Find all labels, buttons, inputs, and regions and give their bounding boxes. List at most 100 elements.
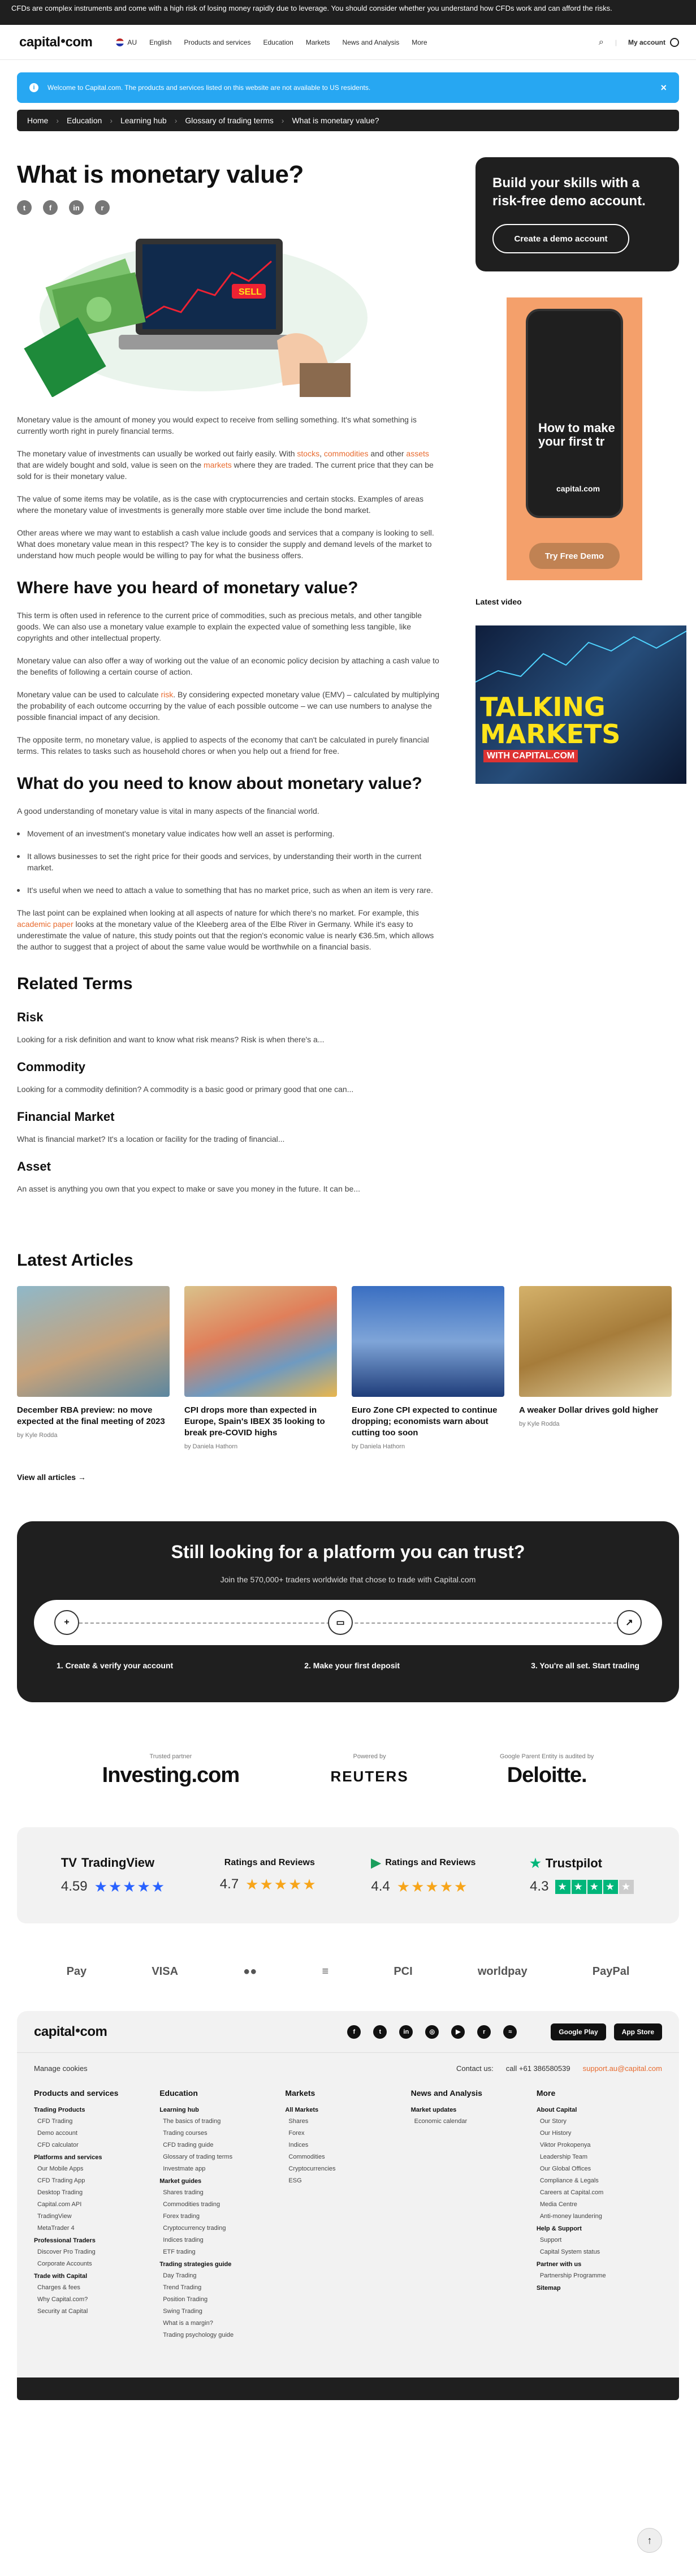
footer-link[interactable]: MetaTrader 4 — [34, 2225, 159, 2232]
instagram-icon[interactable]: ◎ — [425, 2025, 439, 2039]
related-term-name[interactable]: Asset — [17, 1159, 442, 1174]
article-card[interactable]: CPI drops more than expected in Europe, … — [184, 1286, 337, 1450]
footer-group-title[interactable]: Platforms and services — [34, 2154, 159, 2161]
footer-link[interactable]: CFD trading guide — [159, 2142, 285, 2148]
rating-tradingview[interactable]: TV TradingView 4.59 ★★★★★ — [61, 1856, 166, 1896]
region-selector[interactable]: AU — [116, 38, 137, 46]
footer-link[interactable]: Charges & fees — [34, 2284, 159, 2291]
footer-link[interactable]: CFD calculator — [34, 2142, 159, 2148]
footer-link[interactable]: Investmate app — [159, 2165, 285, 2172]
footer-link[interactable]: Forex — [285, 2130, 410, 2137]
breadcrumb-learning-hub[interactable]: Learning hub — [120, 116, 167, 125]
linkedin-icon[interactable]: in — [399, 2025, 413, 2039]
footer-link[interactable]: The basics of trading — [159, 2118, 285, 2125]
footer-link[interactable]: Our History — [537, 2130, 662, 2137]
footer-link[interactable]: Compliance & Legals — [537, 2177, 662, 2184]
link-academic-paper[interactable]: academic paper — [17, 920, 74, 929]
reddit-icon[interactable]: r — [95, 200, 110, 215]
footer-link[interactable]: ETF trading — [159, 2249, 285, 2255]
footer-link[interactable]: Anti-money laundering — [537, 2213, 662, 2220]
footer-logo[interactable]: capital com — [34, 2024, 107, 2040]
rss-icon[interactable]: ≈ — [503, 2025, 517, 2039]
footer-link[interactable]: Glossary of trading terms — [159, 2154, 285, 2160]
footer-link[interactable]: Indices trading — [159, 2237, 285, 2243]
close-icon[interactable]: × — [660, 82, 667, 94]
footer-link[interactable]: Cryptocurrency trading — [159, 2225, 285, 2232]
breadcrumb-home[interactable]: Home — [27, 116, 48, 125]
logo[interactable]: capital com — [19, 34, 93, 50]
footer-link[interactable]: Capital System status — [537, 2249, 662, 2255]
related-term-name[interactable]: Risk — [17, 1010, 442, 1025]
video-thumbnail[interactable]: TALKING MARKETS WITH CAPITAL.COM — [475, 625, 686, 784]
facebook-icon[interactable]: f — [43, 200, 58, 215]
link-markets[interactable]: markets — [204, 460, 232, 469]
footer-group-title[interactable]: Sitemap — [537, 2285, 662, 2292]
footer-group-title[interactable]: Partner with us — [537, 2261, 662, 2268]
create-demo-account-button[interactable]: Create a demo account — [492, 224, 629, 253]
footer-link[interactable]: Trading psychology guide — [159, 2332, 285, 2338]
footer-link[interactable]: Cryptocurrencies — [285, 2165, 410, 2172]
article-card[interactable]: A weaker Dollar drives gold higher by Ky… — [519, 1286, 672, 1450]
footer-group-title[interactable]: About Capital — [537, 2107, 662, 2113]
footer-group-title[interactable]: Trading Products — [34, 2107, 159, 2113]
article-card[interactable]: Euro Zone CPI expected to continue dropp… — [352, 1286, 504, 1450]
footer-link[interactable]: Our Story — [537, 2118, 662, 2125]
nav-more[interactable]: More — [412, 38, 427, 46]
footer-link[interactable]: Demo account — [34, 2130, 159, 2137]
nav-education[interactable]: Education — [263, 38, 293, 46]
footer-link[interactable]: What is a margin? — [159, 2320, 285, 2327]
footer-link[interactable]: Discover Pro Trading — [34, 2249, 159, 2255]
link-commodities[interactable]: commodities — [324, 449, 369, 458]
twitter-icon[interactable]: t — [17, 200, 32, 215]
youtube-icon[interactable]: ▶ — [451, 2025, 465, 2039]
rating-app-store[interactable]: Ratings and Reviews 4.7 ★★★★★ — [220, 1858, 317, 1893]
footer-link[interactable]: Commodities — [285, 2154, 410, 2160]
try-free-demo-button[interactable]: Try Free Demo — [529, 543, 620, 569]
link-assets[interactable]: assets — [406, 449, 429, 458]
footer-link[interactable]: ESG — [285, 2177, 410, 2184]
footer-link[interactable]: Trading courses — [159, 2130, 285, 2137]
footer-link[interactable]: Shares trading — [159, 2189, 285, 2196]
manage-cookies-link[interactable]: Manage cookies — [34, 2064, 88, 2073]
app-store-button[interactable]: App Store — [613, 2023, 662, 2040]
my-account-button[interactable]: My account — [628, 37, 679, 47]
link-stocks[interactable]: stocks — [297, 449, 319, 458]
footer-link[interactable]: Viktor Prokopenya — [537, 2142, 662, 2148]
footer-link[interactable]: Forex trading — [159, 2213, 285, 2220]
footer-group-title[interactable]: Trade with Capital — [34, 2273, 159, 2280]
footer-link[interactable]: Corporate Accounts — [34, 2260, 159, 2267]
twitter-icon[interactable]: t — [373, 2025, 387, 2039]
footer-link[interactable]: Desktop Trading — [34, 2189, 159, 2196]
related-term-name[interactable]: Financial Market — [17, 1110, 442, 1124]
footer-group-title[interactable]: Market guides — [159, 2178, 285, 2185]
footer-group-title[interactable]: Market updates — [411, 2107, 537, 2113]
footer-link[interactable]: Partnership Programme — [537, 2272, 662, 2279]
footer-link[interactable]: Why Capital.com? — [34, 2296, 159, 2303]
footer-group-title[interactable]: Help & Support — [537, 2225, 662, 2232]
footer-link[interactable]: Our Mobile Apps — [34, 2165, 159, 2172]
view-all-articles-link[interactable]: View all articles → — [17, 1473, 679, 1482]
rating-trustpilot[interactable]: ★ Trustpilot 4.3 ★ ★ ★ ★ ★ — [530, 1856, 635, 1895]
article-card[interactable]: December RBA preview: no move expected a… — [17, 1286, 170, 1450]
footer-group-title[interactable]: Learning hub — [159, 2107, 285, 2113]
footer-group-title[interactable]: All Markets — [285, 2107, 410, 2113]
footer-link[interactable]: Trend Trading — [159, 2284, 285, 2291]
phone-link[interactable]: call +61 386580539 — [506, 2064, 570, 2073]
footer-link[interactable]: Commodities trading — [159, 2201, 285, 2208]
link-risk[interactable]: risk — [161, 690, 174, 699]
footer-link[interactable]: Leadership Team — [537, 2154, 662, 2160]
breadcrumb-education[interactable]: Education — [67, 116, 102, 125]
footer-group-title[interactable]: Trading strategies guide — [159, 2261, 285, 2268]
footer-link[interactable]: Media Centre — [537, 2201, 662, 2208]
rating-google-play[interactable]: ▶ Ratings and Reviews 4.4 ★★★★★ — [371, 1856, 475, 1896]
footer-link[interactable]: Security at Capital — [34, 2308, 159, 2315]
footer-link[interactable]: Support — [537, 2237, 662, 2243]
footer-link[interactable]: TradingView — [34, 2213, 159, 2220]
footer-link[interactable]: Day Trading — [159, 2272, 285, 2279]
reddit-icon[interactable]: r — [477, 2025, 491, 2039]
language-selector[interactable]: English — [149, 38, 171, 46]
footer-link[interactable]: Our Global Offices — [537, 2165, 662, 2172]
email-link[interactable]: support.au@capital.com — [583, 2064, 662, 2073]
facebook-icon[interactable]: f — [347, 2025, 361, 2039]
breadcrumb-glossary[interactable]: Glossary of trading terms — [185, 116, 273, 125]
